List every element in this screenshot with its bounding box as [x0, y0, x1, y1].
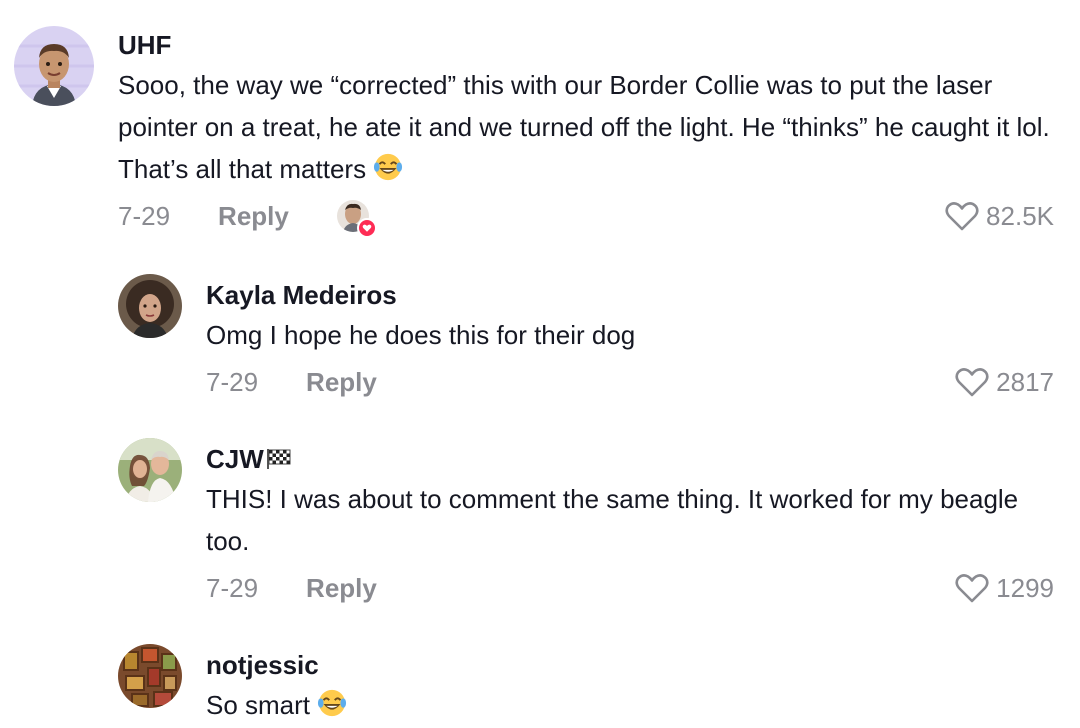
comment-text: Omg I hope he does this for their dog — [206, 320, 636, 350]
avatar[interactable] — [118, 438, 182, 502]
heart-outline-icon — [955, 368, 989, 397]
comment-meta: 7-29 Reply 82.5K — [118, 196, 1054, 238]
avatar[interactable] — [118, 644, 182, 708]
kayla-avatar-image — [118, 274, 182, 338]
checkered-flag-icon — [266, 449, 291, 469]
like-count: 82.5K — [986, 200, 1054, 231]
avatar[interactable] — [14, 26, 94, 106]
reply-button[interactable]: Reply — [306, 573, 377, 604]
heart-outline-icon — [955, 574, 989, 603]
comment-date: 7-29 — [206, 572, 259, 603]
comment-username[interactable]: Kayla Medeiros — [206, 280, 1054, 310]
comment-date: 7-29 — [118, 200, 171, 231]
memoji-avatar-image — [14, 26, 94, 106]
comment-text: So smart — [206, 684, 1054, 726]
comment-text: Sooo, the way we “corrected” this with o… — [118, 70, 1050, 184]
comment-date: 7-29 — [206, 366, 259, 397]
like-button[interactable]: 82.5K — [944, 200, 1054, 232]
reply-button[interactable]: Reply — [306, 367, 377, 398]
comment-text: THIS! I was about to comment the same th… — [206, 484, 1019, 556]
like-count: 2817 — [996, 366, 1054, 397]
heart-outline-icon — [945, 202, 979, 231]
creator-liked-badge — [336, 200, 377, 238]
cjw-avatar-image — [118, 438, 182, 502]
heart-badge-icon — [356, 218, 377, 238]
laughing-tears-emoji-icon — [374, 153, 403, 181]
like-count: 1299 — [996, 572, 1054, 603]
like-button[interactable]: 1299 — [954, 572, 1054, 604]
comment-username[interactable]: CJW — [206, 444, 1054, 474]
comment-meta: 7-29 Reply 1299 — [206, 568, 1054, 608]
laughing-tears-emoji-icon — [318, 689, 347, 717]
like-button[interactable]: 2817 — [954, 366, 1054, 398]
comment-username[interactable]: UHF — [118, 30, 1054, 60]
comment-meta: 7-29 Reply 2817 — [206, 362, 1054, 402]
comment-username[interactable]: notjessic — [206, 650, 1054, 680]
reply-button[interactable]: Reply — [218, 201, 289, 232]
avatar[interactable] — [118, 274, 182, 338]
notjessic-avatar-image — [118, 644, 182, 708]
